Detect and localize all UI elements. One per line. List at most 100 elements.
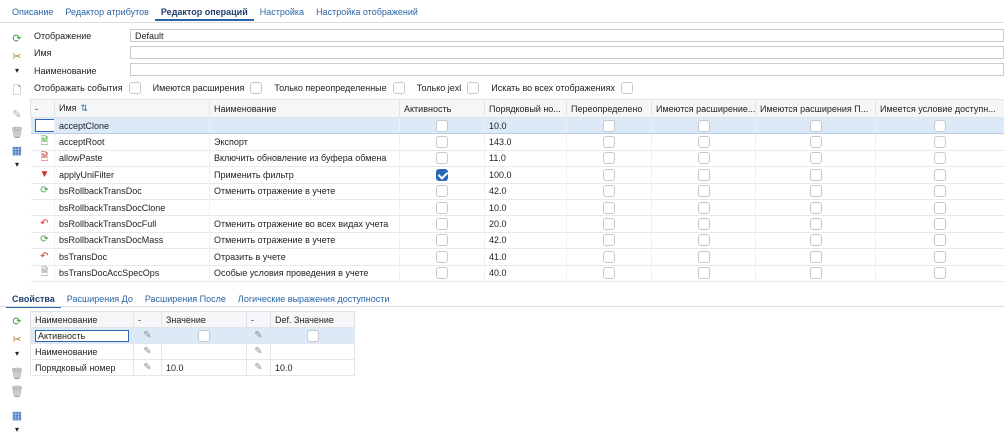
extensions-after-checkbox[interactable] [810, 136, 822, 148]
export-table-icon[interactable]: ▦ [6, 142, 28, 160]
value-checkbox[interactable] [198, 330, 210, 342]
chevron-down-icon[interactable]: ▾ [6, 425, 28, 435]
props-column-header[interactable]: - [247, 312, 271, 328]
table-row[interactable]: ⟳bsRollbackTransDocMassОтменить отражени… [31, 232, 1004, 248]
property-row[interactable]: Порядковый номер✎10.0✎10.0 [31, 360, 355, 376]
row-selector[interactable] [35, 119, 55, 132]
edit-icon[interactable]: ✎ [253, 346, 265, 357]
chevron-down-icon[interactable]: ▾ [6, 160, 28, 170]
active-checkbox[interactable] [436, 251, 448, 263]
chevron-down-icon[interactable]: ▾ [6, 349, 28, 359]
active-checkbox[interactable] [436, 267, 448, 279]
column-header[interactable]: Имя⇅ [55, 100, 210, 118]
top-tab-1[interactable]: Редактор атрибутов [59, 7, 154, 21]
refresh-icon[interactable]: ⟳ [6, 30, 28, 48]
column-header[interactable]: Имеются расширение... [652, 100, 756, 118]
overridden-checkbox[interactable] [603, 202, 615, 214]
column-header[interactable]: - [31, 100, 55, 118]
extensions-before-checkbox[interactable] [698, 136, 710, 148]
extensions-before-checkbox[interactable] [698, 169, 710, 181]
default-value-cell[interactable]: 10.0 [271, 360, 355, 376]
edit-icon[interactable]: ✎ [6, 106, 28, 124]
extensions-after-checkbox[interactable] [810, 169, 822, 181]
edit-icon[interactable]: ✎ [142, 346, 154, 357]
extensions-after-checkbox[interactable] [810, 218, 822, 230]
top-tab-3[interactable]: Настройка [254, 7, 310, 21]
active-checkbox[interactable] [436, 152, 448, 164]
column-header[interactable]: Порядковый но... [485, 100, 567, 118]
active-checkbox[interactable] [436, 136, 448, 148]
availability-condition-checkbox[interactable] [934, 169, 946, 181]
table-row[interactable]: ⟳bsRollbackTransDocОтменить отражение в … [31, 183, 1004, 199]
extensions-after-checkbox[interactable] [810, 267, 822, 279]
column-header[interactable]: Переопределено [567, 100, 652, 118]
extensions-before-checkbox[interactable] [698, 120, 710, 132]
extensions-after-checkbox[interactable] [810, 120, 822, 132]
trash-icon[interactable]: 🗑 [6, 383, 28, 401]
column-header[interactable]: Наименование [210, 100, 400, 118]
extensions-before-checkbox[interactable] [698, 152, 710, 164]
property-name[interactable]: Активность [35, 330, 129, 342]
extensions-after-checkbox[interactable] [810, 234, 822, 246]
column-header[interactable]: Имеются расширения П... [756, 100, 876, 118]
filter-checkbox[interactable] [393, 82, 405, 94]
default-value-cell[interactable] [271, 344, 355, 360]
edit-icon[interactable]: ✎ [253, 362, 265, 373]
chevron-down-icon[interactable]: ▾ [6, 66, 28, 76]
table-row[interactable]: 🗎allowPasteВключить обновление из буфера… [31, 150, 1004, 166]
column-header[interactable]: Имеется условие доступн... [876, 100, 1004, 118]
sort-ascending-icon[interactable]: ⇅ [81, 103, 89, 113]
edit-icon[interactable]: ✎ [142, 362, 154, 373]
title-field[interactable] [130, 63, 1004, 76]
overridden-checkbox[interactable] [603, 234, 615, 246]
props-column-header[interactable]: Наименование [31, 312, 134, 328]
extensions-after-checkbox[interactable] [810, 202, 822, 214]
props-column-header[interactable]: Значение [162, 312, 247, 328]
table-row[interactable]: acceptClone10.0 [31, 118, 1004, 134]
extensions-before-checkbox[interactable] [698, 234, 710, 246]
default-checkbox[interactable] [307, 330, 319, 342]
filter-checkbox[interactable] [467, 82, 479, 94]
extensions-before-checkbox[interactable] [698, 185, 710, 197]
top-tab-0[interactable]: Описание [6, 7, 59, 21]
active-checkbox[interactable] [436, 169, 448, 181]
extensions-before-checkbox[interactable] [698, 202, 710, 214]
availability-condition-checkbox[interactable] [934, 267, 946, 279]
value-cell[interactable] [162, 328, 247, 344]
table-row[interactable]: ▼applyUniFilterПрименить фильтр100.0 [31, 167, 1004, 183]
property-row[interactable]: Активность ✎ ✎ [31, 328, 355, 344]
overridden-checkbox[interactable] [603, 152, 615, 164]
trash-icon[interactable]: 🗑 [6, 365, 28, 383]
filter-checkbox[interactable] [621, 82, 633, 94]
table-row[interactable]: 🗎bsTransDocAccSpecOpsОсобые условия пров… [31, 265, 1004, 281]
trash-icon[interactable]: 🗑 [6, 124, 28, 142]
name-field[interactable] [130, 46, 1004, 59]
table-row[interactable]: bsRollbackTransDocClone10.0 [31, 199, 1004, 215]
filter-checkbox[interactable] [250, 82, 262, 94]
availability-condition-checkbox[interactable] [934, 152, 946, 164]
extensions-after-checkbox[interactable] [810, 152, 822, 164]
overridden-checkbox[interactable] [603, 267, 615, 279]
tools-icon[interactable]: ✂ [6, 331, 28, 349]
extensions-after-checkbox[interactable] [810, 185, 822, 197]
active-checkbox[interactable] [436, 218, 448, 230]
extensions-before-checkbox[interactable] [698, 251, 710, 263]
availability-condition-checkbox[interactable] [934, 202, 946, 214]
overridden-checkbox[interactable] [603, 218, 615, 230]
extensions-before-checkbox[interactable] [698, 218, 710, 230]
edit-icon[interactable]: ✎ [142, 330, 154, 341]
filter-checkbox[interactable] [129, 82, 141, 94]
value-cell[interactable] [162, 344, 247, 360]
active-checkbox[interactable] [436, 234, 448, 246]
active-checkbox[interactable] [436, 202, 448, 214]
edit-icon[interactable]: ✎ [253, 330, 265, 341]
top-tab-4[interactable]: Настройка отображений [310, 7, 424, 21]
table-row[interactable]: ↶bsTransDocОтразить в учете41.0 [31, 249, 1004, 265]
active-checkbox[interactable] [436, 185, 448, 197]
extensions-before-checkbox[interactable] [698, 267, 710, 279]
overridden-checkbox[interactable] [603, 120, 615, 132]
property-row[interactable]: Наименование✎✎ [31, 344, 355, 360]
props-column-header[interactable]: - [134, 312, 162, 328]
overridden-checkbox[interactable] [603, 251, 615, 263]
overridden-checkbox[interactable] [603, 169, 615, 181]
